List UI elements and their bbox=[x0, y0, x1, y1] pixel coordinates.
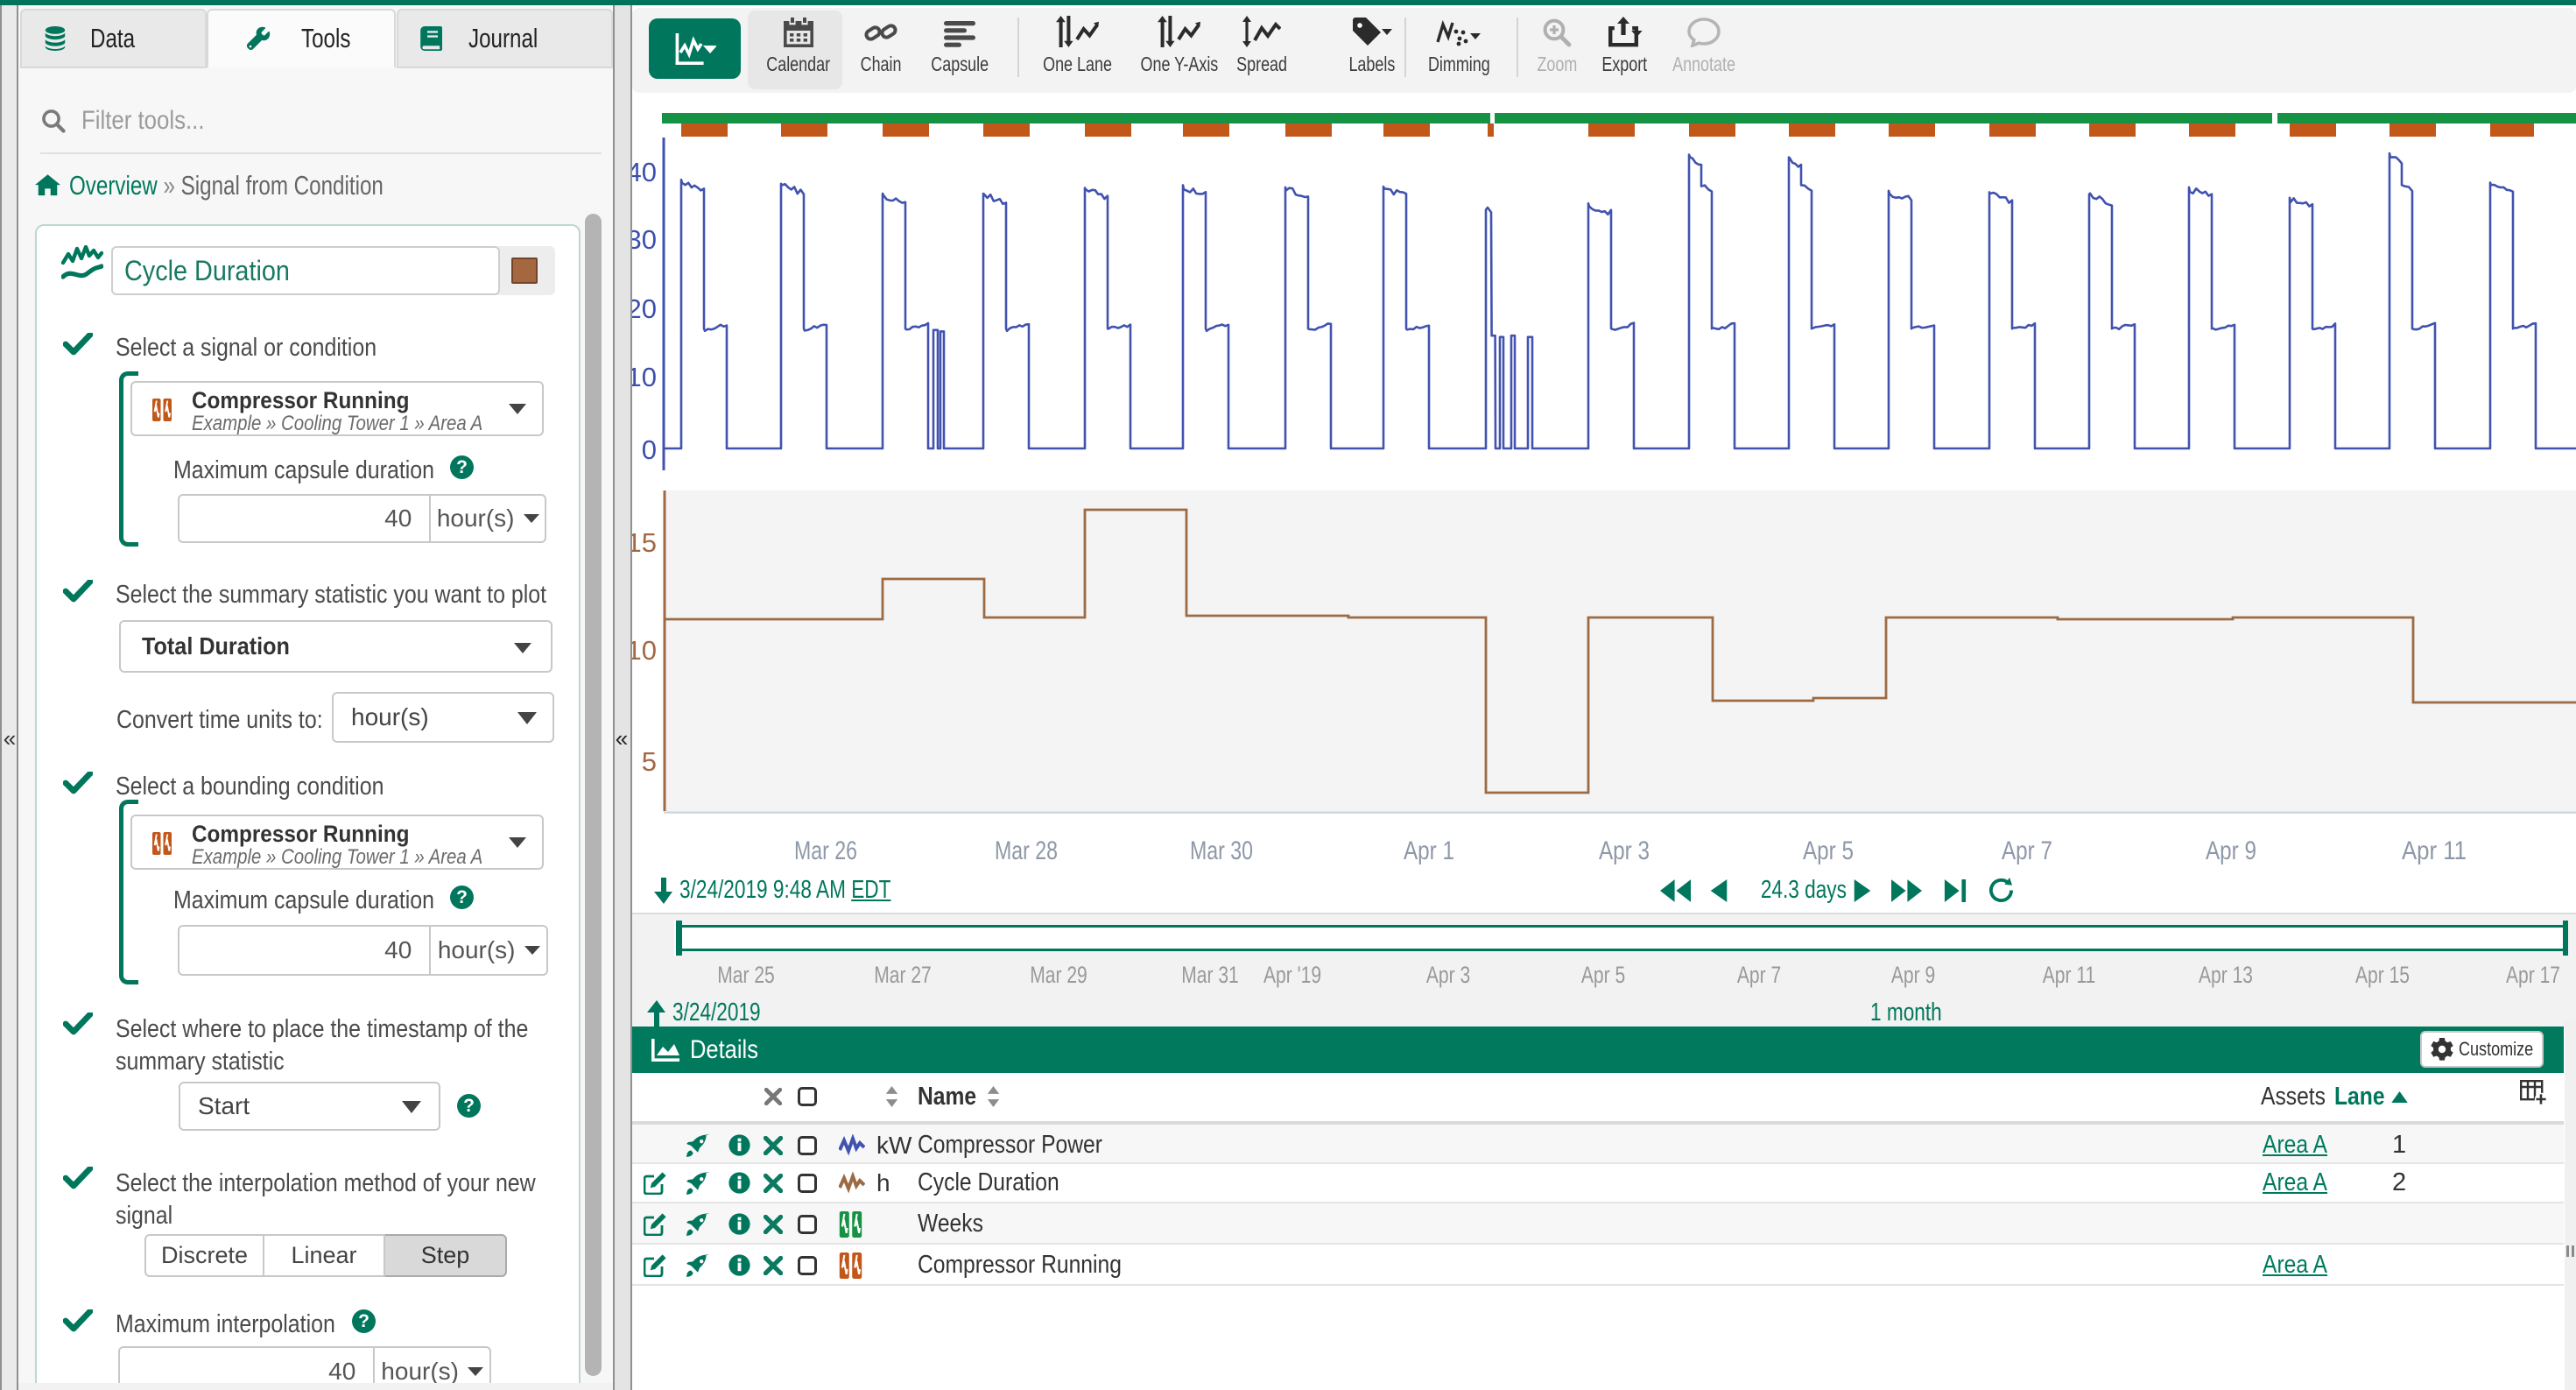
svg-text:10: 10 bbox=[632, 635, 657, 666]
svg-text:40: 40 bbox=[632, 157, 657, 187]
svg-text:30: 30 bbox=[632, 224, 657, 255]
svg-text:Apr 1: Apr 1 bbox=[1404, 836, 1454, 865]
svg-text:10: 10 bbox=[632, 362, 657, 392]
svg-text:5: 5 bbox=[642, 746, 657, 777]
svg-text:0: 0 bbox=[642, 434, 657, 465]
svg-text:20: 20 bbox=[632, 293, 657, 324]
svg-text:Apr 7: Apr 7 bbox=[2002, 836, 2052, 865]
svg-text:Apr 5: Apr 5 bbox=[1803, 836, 1854, 865]
svg-text:Apr 9: Apr 9 bbox=[2206, 836, 2256, 865]
svg-text:Mar 26: Mar 26 bbox=[794, 836, 857, 865]
svg-text:15: 15 bbox=[632, 527, 657, 558]
svg-text:Apr 3: Apr 3 bbox=[1599, 836, 1650, 865]
svg-text:Apr 11: Apr 11 bbox=[2402, 836, 2467, 865]
svg-text:Mar 30: Mar 30 bbox=[1190, 836, 1253, 865]
svg-text:Mar 28: Mar 28 bbox=[995, 836, 1058, 865]
